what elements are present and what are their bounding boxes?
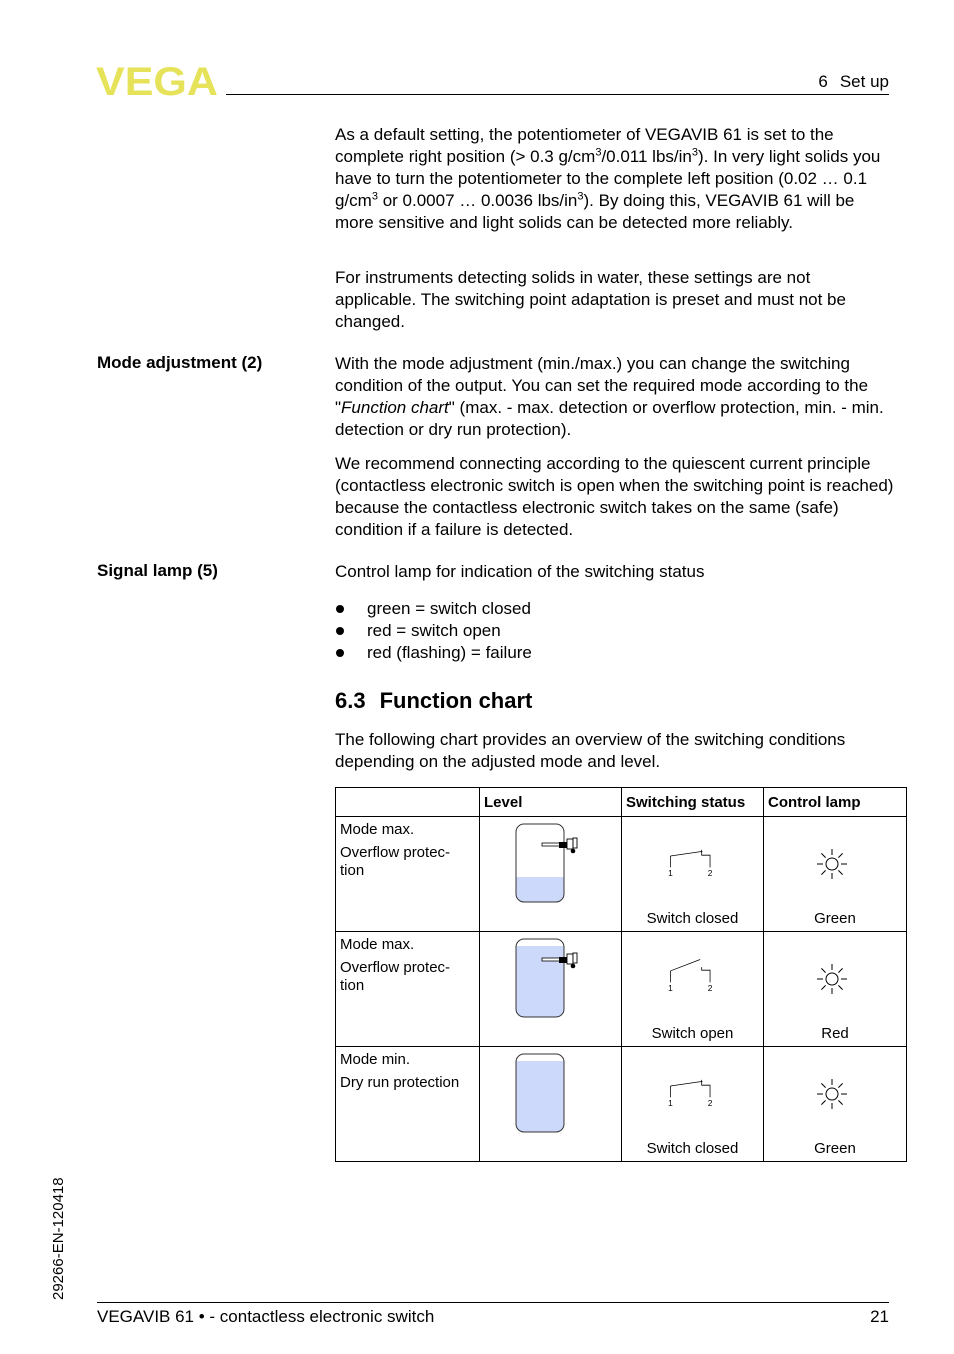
- control-lamp-cell: Green: [763, 1046, 907, 1162]
- bullet-icon: [336, 605, 344, 613]
- signal-lamp-paragraph: Control lamp for indication of the switc…: [335, 562, 705, 581]
- bullet-icon: [336, 649, 344, 657]
- document-id: 29266-EN-120418: [50, 1177, 67, 1300]
- lamp-icon: [816, 1078, 848, 1114]
- header-mode: [335, 787, 480, 817]
- list-item: green = switch closed: [335, 598, 532, 620]
- table-header-row: Level Switching status Control lamp: [335, 787, 907, 817]
- potentiometer-paragraph: As a default setting, the potentiometer …: [335, 125, 881, 232]
- vega-logo: VEGA: [96, 60, 220, 104]
- svg-text:1: 1: [668, 868, 673, 878]
- level-cell: [479, 816, 622, 932]
- mode-cell: Mode max. Overflow protec-tion: [335, 931, 480, 1047]
- svg-text:1: 1: [668, 1098, 673, 1108]
- mode-cell: Mode max. Overflow protec-tion: [335, 816, 480, 932]
- lamp-color-label: Green: [814, 910, 856, 927]
- svg-text:1: 1: [668, 983, 673, 993]
- switching-status-cell: 1 2 Switch closed: [621, 1046, 764, 1162]
- section-heading-title: Function chart: [379, 688, 533, 713]
- lamp-icon: [816, 963, 848, 999]
- switch-closed-icon: 12: [659, 1073, 723, 1109]
- page-number: 21: [870, 1307, 889, 1326]
- table-row: Mode max. Overflow protec-tion 1 2 Switch o…: [335, 931, 907, 1047]
- switch-closed-icon: 12: [659, 843, 723, 879]
- tank-icon: [515, 938, 595, 1024]
- section-heading: 6.3 Function chart: [335, 688, 532, 714]
- tank-icon: [515, 823, 595, 909]
- section-title: Set up: [839, 72, 889, 91]
- mode-cell: Mode min. Dry run protection: [335, 1046, 480, 1162]
- mode-adjustment-label: Mode adjustment (2): [97, 353, 263, 372]
- level-cell: [479, 931, 622, 1047]
- switching-status-cell: 1 2 Switch open: [621, 931, 764, 1047]
- switch-status-label: Switch open: [651, 1025, 734, 1042]
- lamp-color-label: Red: [821, 1025, 849, 1042]
- svg-text:2: 2: [708, 983, 713, 993]
- logo-text: VEGA: [96, 62, 218, 98]
- lamp-color-label: Green: [814, 1140, 856, 1157]
- running-header: 6 Set up: [818, 72, 889, 92]
- control-lamp-cell: Red: [763, 931, 907, 1047]
- list-item: red = switch open: [335, 620, 532, 642]
- sensor-icon: [541, 837, 578, 854]
- level-cell: [479, 1046, 622, 1162]
- header-control-lamp: Control lamp: [763, 787, 907, 817]
- liquid-fill: [516, 946, 564, 1017]
- svg-text:2: 2: [708, 868, 713, 878]
- signal-lamp-list: green = switch closed red = switch open …: [335, 598, 532, 664]
- signal-lamp-label: Signal lamp (5): [97, 561, 218, 580]
- solids-in-water-paragraph: For instruments detecting solids in wate…: [335, 268, 846, 331]
- bullet-icon: [336, 627, 344, 635]
- mode-adjustment-paragraph: With the mode adjustment (min./max.) you…: [335, 354, 884, 439]
- lamp-icon: [816, 848, 848, 884]
- liquid-fill: [516, 1061, 564, 1132]
- svg-text:2: 2: [708, 1098, 713, 1108]
- header-divider: [226, 94, 889, 95]
- quiescent-current-paragraph: We recommend connecting according to the…: [335, 454, 894, 539]
- switch-status-label: Switch closed: [646, 910, 739, 927]
- table-row: Mode max. Overflow protec-tion 1 2 Switch c…: [335, 816, 907, 932]
- header-level: Level: [479, 787, 622, 817]
- function-chart-table: Level Switching status Control lamp Mode…: [335, 787, 907, 1162]
- section-number: 6: [818, 72, 828, 91]
- function-chart-reference: Function chart: [341, 398, 449, 417]
- liquid-fill: [516, 877, 564, 902]
- switching-status-cell: 1 2 Switch closed: [621, 816, 764, 932]
- list-item: red (flashing) = failure: [335, 642, 532, 664]
- section-heading-number: 6.3: [335, 688, 366, 713]
- control-lamp-cell: Green: [763, 816, 907, 932]
- footer-title: VEGAVIB 61 • - contactless electronic sw…: [97, 1307, 435, 1326]
- tank-icon: [515, 1053, 595, 1152]
- table-row: Mode min. Dry run protection 1 2 Switch clo…: [335, 1046, 907, 1162]
- function-chart-intro: The following chart provides an overview…: [335, 730, 846, 771]
- footer-divider: [97, 1302, 889, 1303]
- switch-open-icon: 12: [659, 958, 723, 994]
- switch-status-label: Switch closed: [646, 1140, 739, 1157]
- header-switching-status: Switching status: [621, 787, 764, 817]
